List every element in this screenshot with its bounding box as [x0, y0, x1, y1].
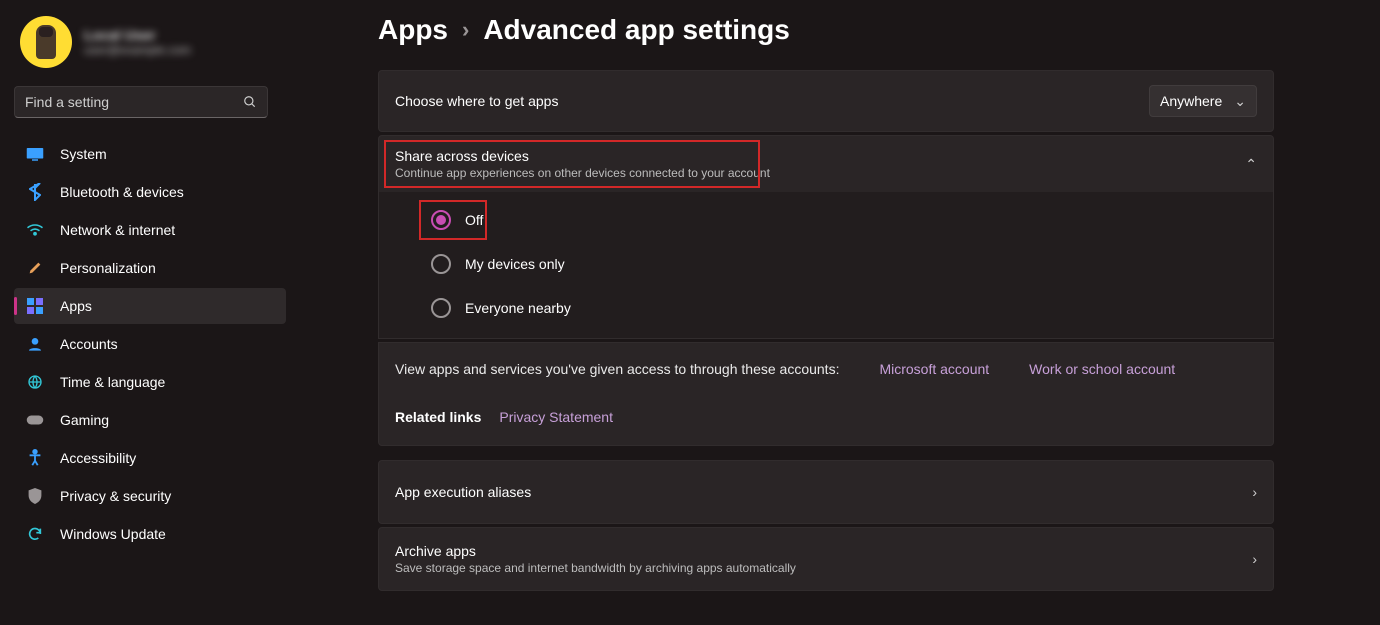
radio-icon [431, 298, 451, 318]
nav-accounts[interactable]: Accounts [14, 326, 286, 362]
chevron-right-icon: › [462, 17, 469, 43]
nav-label: Gaming [60, 412, 109, 428]
nav-list: System Bluetooth & devices Network & int… [14, 136, 286, 552]
chevron-up-icon: ⌃ [1245, 156, 1257, 173]
share-title: Share across devices [395, 148, 770, 164]
nav-label: Network & internet [60, 222, 175, 238]
profile-name: Local User [84, 27, 191, 43]
share-across-devices-card: Share across devices Continue app experi… [378, 135, 1274, 339]
choose-apps-label: Choose where to get apps [395, 93, 558, 109]
search-icon [243, 95, 257, 109]
access-related-card: View apps and services you've given acce… [378, 342, 1274, 446]
nav-label: Privacy & security [60, 488, 171, 504]
content-panel: Choose where to get apps Anywhere ⌄ Shar… [378, 70, 1274, 591]
breadcrumb-root[interactable]: Apps [378, 14, 448, 46]
dropdown-value: Anywhere [1160, 93, 1222, 109]
search-placeholder: Find a setting [25, 94, 109, 110]
radio-label: My devices only [465, 256, 565, 272]
chevron-right-icon: › [1252, 551, 1257, 567]
nav-accessibility[interactable]: Accessibility [14, 440, 286, 476]
link-work-school-account[interactable]: Work or school account [1029, 361, 1175, 377]
related-row: Related links Privacy Statement [379, 395, 1273, 445]
nav-label: Bluetooth & devices [60, 184, 184, 200]
radio-off[interactable]: Off [431, 210, 1273, 230]
nav-bluetooth[interactable]: Bluetooth & devices [14, 174, 286, 210]
gaming-icon [26, 411, 44, 429]
nav-label: Windows Update [60, 526, 166, 542]
nav-label: System [60, 146, 107, 162]
app-execution-aliases-row[interactable]: App execution aliases › [378, 460, 1274, 524]
nav-label: Accessibility [60, 450, 136, 466]
share-subtitle: Continue app experiences on other device… [395, 166, 770, 180]
nav-label: Apps [60, 298, 92, 314]
access-label: View apps and services you've given acce… [395, 361, 839, 377]
nav-time[interactable]: Time & language [14, 364, 286, 400]
nav-personalization[interactable]: Personalization [14, 250, 286, 286]
breadcrumb: Apps › Advanced app settings [320, 14, 1360, 46]
system-icon [26, 145, 44, 163]
profile-email: user@example.com [84, 43, 191, 57]
radio-my-devices[interactable]: My devices only [431, 254, 1273, 274]
accessibility-icon [26, 449, 44, 467]
apps-icon [26, 297, 44, 315]
row-subtitle: Save storage space and internet bandwidt… [395, 561, 796, 575]
nav-label: Accounts [60, 336, 118, 352]
nav-network[interactable]: Network & internet [14, 212, 286, 248]
chevron-right-icon: › [1252, 484, 1257, 500]
brush-icon [26, 259, 44, 277]
main: Apps › Advanced app settings Choose wher… [320, 0, 1360, 591]
sidebar: Local User user@example.com Find a setti… [0, 0, 300, 625]
person-icon [26, 335, 44, 353]
archive-apps-row[interactable]: Archive apps Save storage space and inte… [378, 527, 1274, 591]
profile-block[interactable]: Local User user@example.com [14, 12, 286, 86]
wifi-icon [26, 221, 44, 239]
nav-privacy[interactable]: Privacy & security [14, 478, 286, 514]
choose-apps-dropdown[interactable]: Anywhere ⌄ [1149, 85, 1257, 117]
globe-icon [26, 373, 44, 391]
profile-text: Local User user@example.com [84, 27, 191, 57]
radio-label: Everyone nearby [465, 300, 571, 316]
share-header[interactable]: Share across devices Continue app experi… [379, 136, 1273, 192]
nav-gaming[interactable]: Gaming [14, 402, 286, 438]
radio-label: Off [465, 212, 483, 228]
nav-label: Personalization [60, 260, 156, 276]
shield-icon [26, 487, 44, 505]
share-options: Off My devices only Everyone nearby [379, 192, 1273, 338]
row-title: Archive apps [395, 543, 796, 559]
avatar [20, 16, 72, 68]
access-row: View apps and services you've given acce… [379, 343, 1273, 395]
link-privacy-statement[interactable]: Privacy Statement [499, 409, 613, 425]
link-microsoft-account[interactable]: Microsoft account [879, 361, 989, 377]
search-input[interactable]: Find a setting [14, 86, 268, 118]
choose-apps-row: Choose where to get apps Anywhere ⌄ [378, 70, 1274, 132]
nav-update[interactable]: Windows Update [14, 516, 286, 552]
radio-icon [431, 254, 451, 274]
nav-label: Time & language [60, 374, 165, 390]
chevron-down-icon: ⌄ [1234, 93, 1246, 110]
radio-icon [431, 210, 451, 230]
radio-everyone[interactable]: Everyone nearby [431, 298, 1273, 318]
update-icon [26, 525, 44, 543]
related-label: Related links [395, 409, 481, 425]
row-title: App execution aliases [395, 484, 531, 500]
nav-system[interactable]: System [14, 136, 286, 172]
nav-apps[interactable]: Apps [14, 288, 286, 324]
bluetooth-icon [26, 183, 44, 201]
breadcrumb-leaf: Advanced app settings [483, 14, 790, 46]
